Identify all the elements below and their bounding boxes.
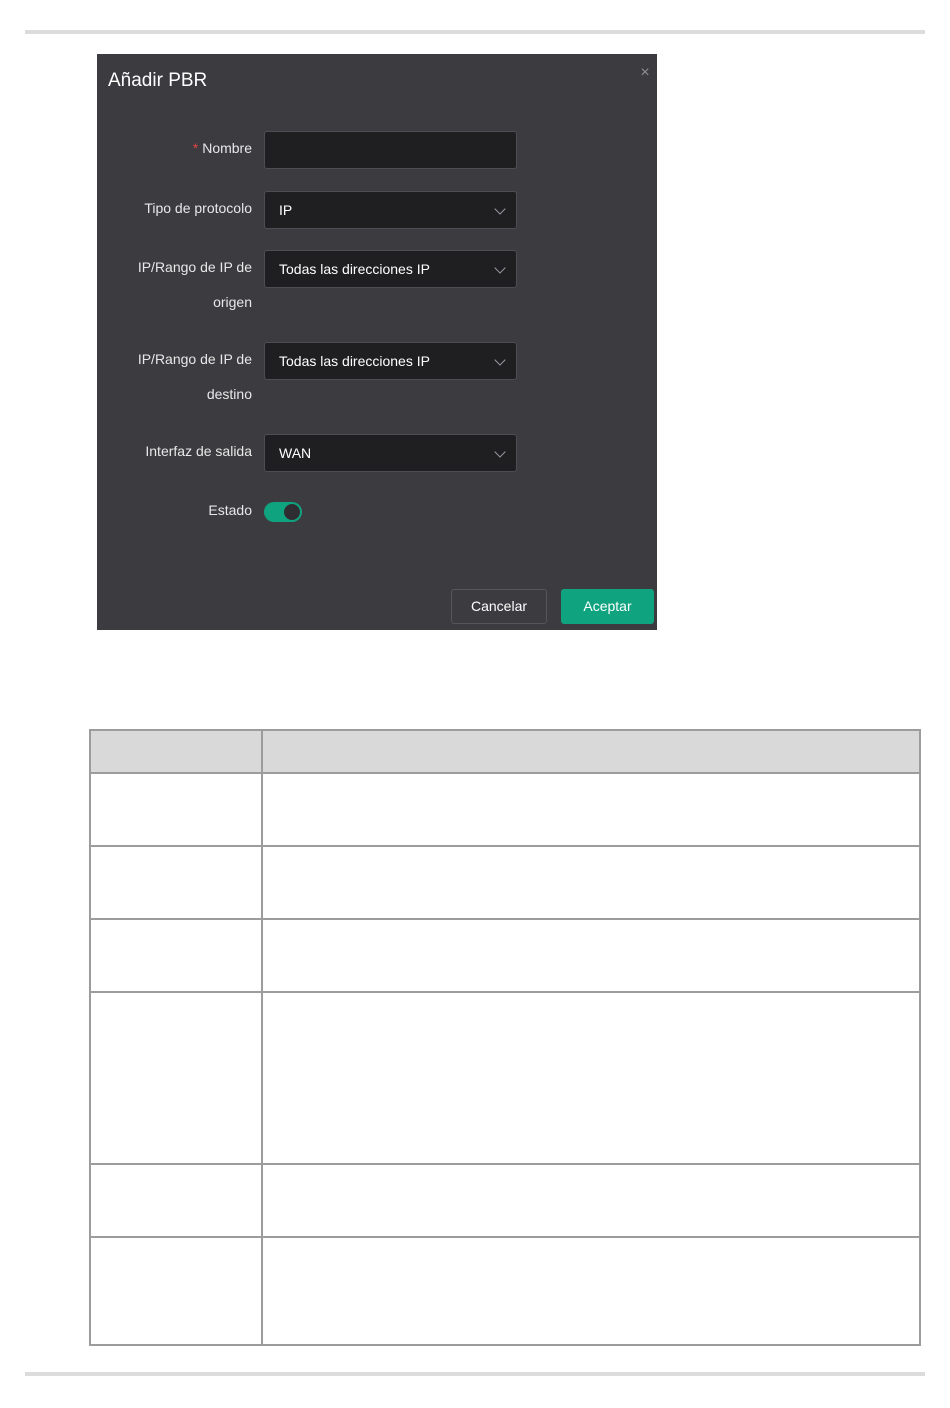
table-cell <box>89 1236 263 1346</box>
dest-ip-select[interactable]: Todas las direcciones IP <box>264 342 517 380</box>
table-row <box>89 845 921 920</box>
status-toggle[interactable] <box>264 502 302 522</box>
table-cell <box>261 1236 921 1346</box>
top-divider <box>25 30 925 34</box>
chevron-down-icon <box>494 203 506 215</box>
source-ip-select[interactable]: Todas las direcciones IP <box>264 250 517 288</box>
table-row <box>89 772 921 847</box>
accept-button[interactable]: Aceptar <box>561 589 654 624</box>
table-cell <box>261 991 921 1165</box>
dialog-title: Añadir PBR <box>108 70 208 91</box>
add-pbr-dialog: Añadir PBR × * Nombre Tipo de protocolo I… <box>97 54 657 630</box>
chevron-down-icon <box>494 354 506 366</box>
protocol-value: IP <box>279 202 293 218</box>
table-header-cell <box>89 729 263 774</box>
chevron-down-icon <box>494 446 506 458</box>
description-table <box>89 729 921 1346</box>
protocol-select[interactable]: IP <box>264 191 517 229</box>
name-label: * Nombre <box>192 140 252 156</box>
table-cell <box>261 1163 921 1238</box>
table-cell <box>89 845 263 920</box>
bottom-divider <box>25 1372 925 1376</box>
name-input[interactable] <box>264 131 517 169</box>
table-row <box>89 1163 921 1238</box>
close-icon[interactable]: × <box>637 65 653 81</box>
table-row <box>89 1236 921 1346</box>
status-label: Estado <box>208 502 252 518</box>
cancel-button[interactable]: Cancelar <box>451 589 547 624</box>
dest-ip-value: Todas las direcciones IP <box>279 353 430 369</box>
toggle-knob <box>284 504 300 520</box>
egress-value: WAN <box>279 445 312 461</box>
source-ip-value: Todas las direcciones IP <box>279 261 430 277</box>
required-mark: * <box>192 140 199 156</box>
table-cell <box>89 991 263 1165</box>
table-cell <box>89 772 263 847</box>
table-row <box>89 918 921 993</box>
egress-select[interactable]: WAN <box>264 434 517 472</box>
protocol-label: Tipo de protocolo <box>144 200 252 216</box>
table-cell <box>89 918 263 993</box>
table-cell <box>261 772 921 847</box>
table-header-cell <box>261 729 921 774</box>
egress-label: Interfaz de salida <box>145 443 252 459</box>
source-ip-label-line1: IP/Rango de IP de <box>137 259 252 275</box>
table-cell <box>261 918 921 993</box>
table-cell <box>89 1163 263 1238</box>
source-ip-label-line2: origen <box>213 294 252 310</box>
table-cell <box>261 845 921 920</box>
chevron-down-icon <box>494 262 506 274</box>
dest-ip-label-line2: destino <box>206 386 252 402</box>
dest-ip-label-line1: IP/Rango de IP de <box>137 351 252 367</box>
table-header-row <box>89 729 921 774</box>
table-row <box>89 991 921 1165</box>
